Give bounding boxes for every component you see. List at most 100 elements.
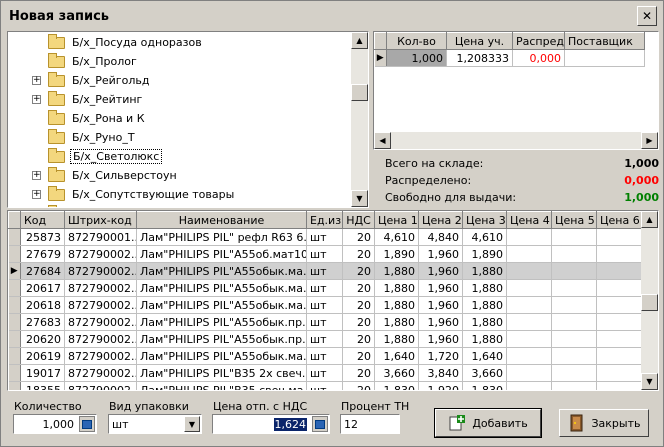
scroll-down-icon[interactable]: ▼	[641, 373, 658, 390]
table-cell[interactable]: 1,960	[418, 279, 463, 297]
table-cell[interactable]: Лам"PHILIPS PIL"A55обык.ма...	[136, 279, 307, 297]
table-cell[interactable]	[506, 245, 552, 263]
table-cell[interactable]	[551, 245, 597, 263]
table-cell[interactable]: 1,640	[462, 347, 507, 365]
table-cell[interactable]: 20618	[20, 296, 65, 314]
table-cell[interactable]	[596, 313, 642, 331]
tree-item[interactable]: + Б/х_Рейгольд	[8, 71, 350, 90]
pack-select[interactable]: шт ▼	[108, 414, 202, 434]
calculator-icon[interactable]	[312, 416, 328, 432]
add-button[interactable]: Добавить	[434, 408, 542, 438]
table-cell[interactable]: шт	[306, 347, 343, 365]
table-cell[interactable]	[506, 279, 552, 297]
scroll-up-icon[interactable]: ▲	[641, 211, 658, 228]
table-row[interactable]: 18355 872790002... Лам"PHILIPS PIL"B35 све…	[8, 381, 642, 390]
table-cell[interactable]	[596, 347, 642, 365]
table-row[interactable]: 27679 872790002... Лам"PHILIPS PIL"A55об.м…	[8, 245, 642, 263]
table-cell[interactable]: шт	[306, 279, 343, 297]
table-cell[interactable]	[506, 381, 552, 390]
expand-icon[interactable]: +	[32, 76, 41, 85]
table-cell[interactable]: 1,960	[418, 296, 463, 314]
table-cell[interactable]: 872790002...	[64, 347, 137, 365]
table-cell[interactable]: 1,880	[374, 262, 419, 280]
expand-icon[interactable]: +	[32, 95, 41, 104]
header-price3[interactable]: Цена 3	[462, 211, 507, 229]
header-qty[interactable]: Кол-во	[386, 32, 447, 50]
scroll-left-icon[interactable]: ◀	[374, 132, 391, 149]
table-cell[interactable]: 3,840	[418, 364, 463, 382]
products-grid[interactable]: Код Штрих-код Наименование Ед.из. НДС Це…	[7, 210, 659, 391]
table-cell[interactable]	[551, 262, 597, 280]
stock-supplier-cell[interactable]	[564, 49, 645, 67]
table-cell[interactable]: 872790001...	[64, 228, 137, 246]
table-cell[interactable]: Лам"PHILIPS PIL"B35 2х свеч...	[136, 364, 307, 382]
table-cell[interactable]	[551, 313, 597, 331]
scroll-thumb[interactable]	[351, 84, 368, 101]
table-cell[interactable]: 1,880	[462, 330, 507, 348]
table-row[interactable]: 20617 872790002... Лам"PHILIPS PIL"A55обык…	[8, 279, 642, 297]
table-cell[interactable]: 20620	[20, 330, 65, 348]
header-name[interactable]: Наименование	[136, 211, 307, 229]
table-cell[interactable]	[551, 330, 597, 348]
table-cell[interactable]: 20619	[20, 347, 65, 365]
table-cell[interactable]: 4,840	[418, 228, 463, 246]
table-row[interactable]: 25873 872790001... Лам"PHILIPS PIL" рефл R…	[8, 228, 642, 246]
tree-item[interactable]: Б/х_Руно_Т	[8, 128, 350, 147]
table-cell[interactable]: 872790002...	[64, 330, 137, 348]
table-row[interactable]: 19017 872790002... Лам"PHILIPS PIL"B35 2х …	[8, 364, 642, 382]
table-cell[interactable]: 20	[342, 228, 375, 246]
tree-item[interactable]: Б/х_Рона и К	[8, 109, 350, 128]
table-cell[interactable]: 18355	[20, 381, 65, 390]
scroll-thumb[interactable]	[641, 294, 658, 311]
products-vertical-scrollbar[interactable]: ▲ ▼	[641, 211, 658, 390]
table-cell[interactable]: шт	[306, 381, 343, 390]
table-cell[interactable]	[551, 381, 597, 390]
table-cell[interactable]	[551, 228, 597, 246]
table-cell[interactable]: 27684	[20, 262, 65, 280]
table-cell[interactable]: Лам"PHILIPS PIL" рефл R63 6...	[136, 228, 307, 246]
table-cell[interactable]: 1,890	[462, 245, 507, 263]
table-cell[interactable]: 1,830	[374, 381, 419, 390]
chevron-down-icon[interactable]: ▼	[184, 416, 200, 432]
table-cell[interactable]: 20	[342, 279, 375, 297]
table-cell[interactable]: 20	[342, 330, 375, 348]
table-cell[interactable]	[506, 296, 552, 314]
table-cell[interactable]: 1,960	[418, 330, 463, 348]
table-row[interactable]: 20618 872790002... Лам"PHILIPS PIL"A55обык…	[8, 296, 642, 314]
table-cell[interactable]: 1,880	[462, 262, 507, 280]
table-cell[interactable]: шт	[306, 228, 343, 246]
table-cell[interactable]: шт	[306, 364, 343, 382]
table-cell[interactable]: Лам"PHILIPS PIL"A55обык.пр...	[136, 313, 307, 331]
stock-dist-cell[interactable]: 0,000	[512, 49, 565, 67]
table-cell[interactable]: 20	[342, 313, 375, 331]
table-cell[interactable]: 1,880	[374, 313, 419, 331]
table-cell[interactable]: 872790002...	[64, 279, 137, 297]
table-cell[interactable]	[506, 330, 552, 348]
table-cell[interactable]: 872790002...	[64, 296, 137, 314]
table-cell[interactable]	[596, 296, 642, 314]
header-price4[interactable]: Цена 4	[506, 211, 552, 229]
table-cell[interactable]: Лам"PHILIPS PIL"A55об.мат10...	[136, 245, 307, 263]
table-cell[interactable]: шт	[306, 262, 343, 280]
tree-item[interactable]: Б/х_Посуда одноразов	[8, 33, 350, 52]
table-cell[interactable]: 27683	[20, 313, 65, 331]
table-cell[interactable]: 20	[342, 347, 375, 365]
table-cell[interactable]	[551, 347, 597, 365]
table-cell[interactable]: 20	[342, 245, 375, 263]
stock-horizontal-scrollbar[interactable]: ◀ ▶	[374, 132, 658, 149]
table-cell[interactable]: 20	[342, 381, 375, 390]
table-cell[interactable]: 1,960	[418, 262, 463, 280]
tree-vertical-scrollbar[interactable]: ▲ ▼	[351, 32, 368, 207]
table-cell[interactable]	[506, 364, 552, 382]
table-cell[interactable]: 1,880	[374, 279, 419, 297]
header-price5[interactable]: Цена 5	[551, 211, 597, 229]
header-price[interactable]: Цена уч.	[446, 32, 513, 50]
table-cell[interactable]: Лам"PHILIPS PIL"A55обык.ма...	[136, 296, 307, 314]
table-cell[interactable]: 20617	[20, 279, 65, 297]
table-cell[interactable]	[596, 381, 642, 390]
tree-item[interactable]: Б/х_Стела Трейд	[8, 204, 350, 207]
header-price6[interactable]: Цена 6	[596, 211, 642, 229]
scroll-right-icon[interactable]: ▶	[641, 132, 658, 149]
table-cell[interactable]: 1,880	[462, 313, 507, 331]
table-cell[interactable]: 1,640	[374, 347, 419, 365]
